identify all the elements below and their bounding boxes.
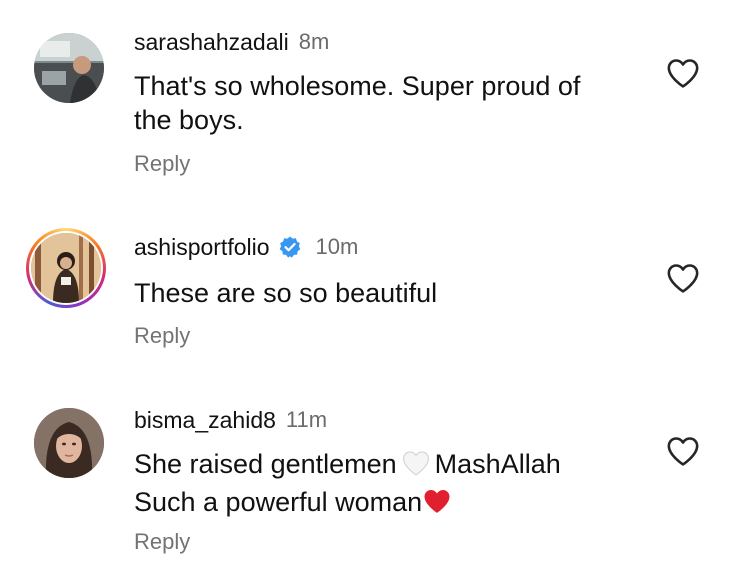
comment-text-segment: MashAllah bbox=[434, 449, 561, 479]
reply-button[interactable]: Reply bbox=[134, 529, 190, 555]
comment-meta: ashisportfolio 10m bbox=[134, 232, 358, 262]
comment-item: sarashahzadali 8m That's so wholesome. S… bbox=[0, 0, 740, 190]
comment-text-line: the boys. bbox=[134, 105, 244, 135]
story-ring[interactable] bbox=[26, 228, 106, 308]
comment-text-line: That's so wholesome. Super proud of bbox=[134, 71, 581, 101]
reply-button[interactable]: Reply bbox=[134, 151, 190, 177]
avatar bbox=[31, 233, 101, 303]
comment-item: ashisportfolio 10m These are so so beaut… bbox=[0, 190, 740, 380]
heart-outline-icon bbox=[667, 437, 699, 466]
comment-text: These are so so beautiful bbox=[134, 276, 634, 310]
heart-outline-icon bbox=[667, 59, 699, 88]
comment-text-line: Such a powerful woman bbox=[134, 485, 634, 523]
timestamp: 11m bbox=[285, 407, 328, 432]
avatar-image bbox=[34, 408, 104, 478]
white-heart-emoji bbox=[401, 449, 431, 485]
timestamp: 8m bbox=[298, 29, 330, 54]
avatar[interactable] bbox=[34, 33, 104, 103]
avatar-image bbox=[34, 33, 104, 103]
avatar-image bbox=[31, 233, 101, 303]
like-button[interactable] bbox=[666, 262, 700, 294]
username[interactable]: bisma_zahid8 bbox=[134, 407, 276, 434]
comment-text-segment: She raised gentlemen bbox=[134, 449, 397, 479]
comment-meta: bisma_zahid8 11m bbox=[134, 405, 327, 435]
timestamp: 10m bbox=[315, 234, 359, 259]
heart-outline-icon bbox=[667, 264, 699, 293]
like-button[interactable] bbox=[666, 435, 700, 467]
avatar[interactable] bbox=[34, 408, 104, 478]
comment-text: She raised gentlemen MashAllah Such a pow… bbox=[134, 447, 634, 523]
verified-badge-icon bbox=[278, 235, 302, 259]
comment-text-line: These are so so beautiful bbox=[134, 278, 438, 308]
like-button[interactable] bbox=[666, 57, 700, 89]
username[interactable]: sarashahzadali bbox=[134, 29, 289, 56]
username[interactable]: ashisportfolio bbox=[134, 234, 270, 261]
comment-text-line: She raised gentlemen MashAllah bbox=[134, 447, 634, 485]
comment-text-segment: Such a powerful woman bbox=[134, 487, 423, 517]
comment-text: That's so wholesome. Super proud of the … bbox=[134, 69, 634, 137]
comment-item: bisma_zahid8 11m She raised gentlemen Mas… bbox=[0, 380, 740, 570]
comment-meta: sarashahzadali 8m bbox=[134, 27, 329, 57]
red-heart-emoji bbox=[422, 487, 452, 523]
reply-button[interactable]: Reply bbox=[134, 323, 190, 349]
